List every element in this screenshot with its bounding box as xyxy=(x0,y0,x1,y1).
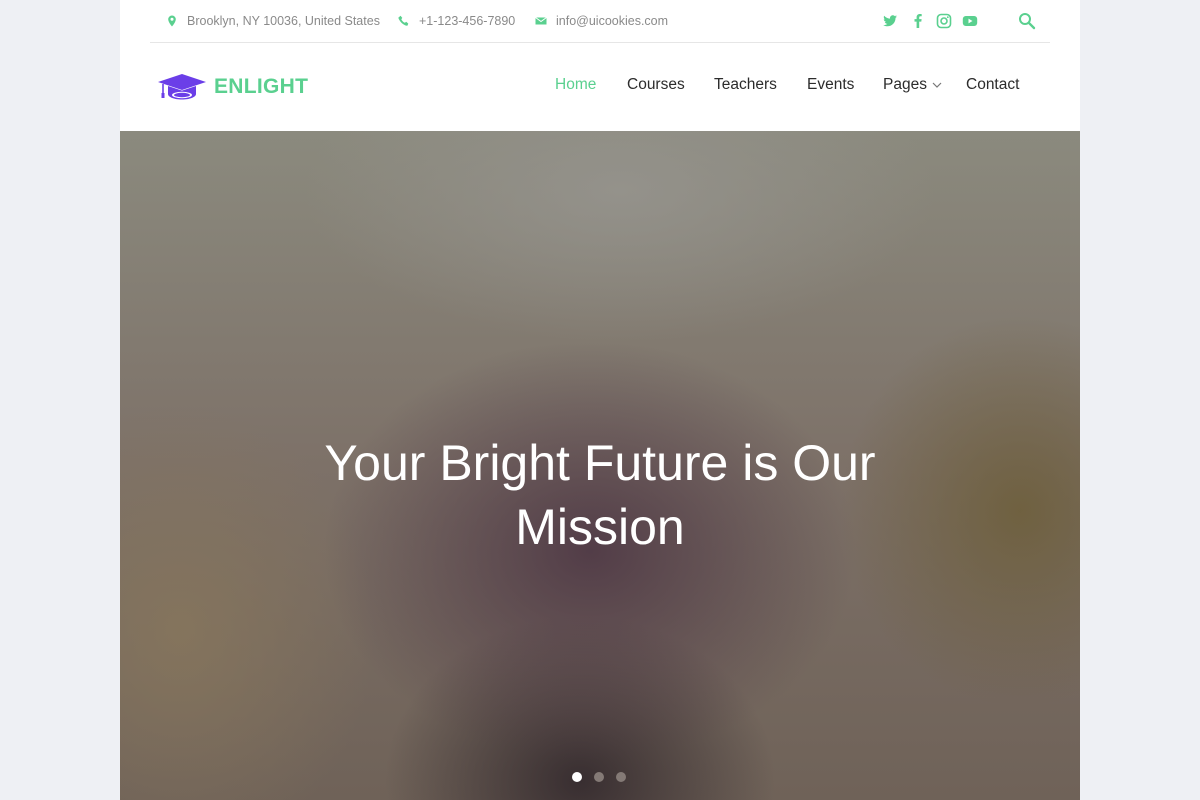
address-text: Brooklyn, NY 10036, United States xyxy=(187,14,380,28)
twitter-link[interactable] xyxy=(882,12,898,30)
slider-dot-1[interactable] xyxy=(572,772,582,782)
search-icon xyxy=(1019,13,1036,30)
youtube-link[interactable] xyxy=(962,12,978,30)
nav-item-home[interactable]: Home xyxy=(555,76,596,94)
email-text: info@uicookies.com xyxy=(556,14,669,28)
instagram-link[interactable] xyxy=(936,12,952,30)
nav-item-pages-label: Pages xyxy=(883,76,927,93)
facebook-link[interactable] xyxy=(910,12,926,30)
slider-dot-2[interactable] xyxy=(594,772,604,782)
instagram-icon xyxy=(936,13,952,29)
main-nav: Home Courses Teachers Events Pages Conta… xyxy=(120,76,1080,98)
envelope-icon xyxy=(535,17,547,25)
slider-dot-3[interactable] xyxy=(616,772,626,782)
email-info[interactable]: info@uicookies.com xyxy=(535,12,668,30)
address-info: Brooklyn, NY 10036, United States xyxy=(166,12,380,30)
page: Brooklyn, NY 10036, United States +1-123… xyxy=(120,0,1080,800)
map-pin-icon xyxy=(168,15,176,27)
chevron-down-icon xyxy=(932,82,942,88)
phone-icon xyxy=(398,15,409,26)
nav-item-contact[interactable]: Contact xyxy=(966,76,1019,94)
nav-item-courses[interactable]: Courses xyxy=(627,76,685,94)
phone-text: +1-123-456-7890 xyxy=(419,14,516,28)
nav-item-teachers[interactable]: Teachers xyxy=(714,76,777,94)
nav-item-events[interactable]: Events xyxy=(807,76,854,94)
nav-item-pages[interactable]: Pages xyxy=(883,76,942,94)
facebook-icon xyxy=(914,14,922,28)
phone-info[interactable]: +1-123-456-7890 xyxy=(398,12,515,30)
search-button[interactable] xyxy=(1018,12,1036,30)
twitter-icon xyxy=(883,15,897,27)
top-bar: Brooklyn, NY 10036, United States +1-123… xyxy=(150,0,1050,43)
slider-dots xyxy=(572,772,638,782)
hero-title: Your Bright Future is Our Mission xyxy=(324,435,876,555)
hero-slider: Your Bright Future is Our Mission xyxy=(120,131,1080,800)
youtube-icon xyxy=(962,16,978,26)
